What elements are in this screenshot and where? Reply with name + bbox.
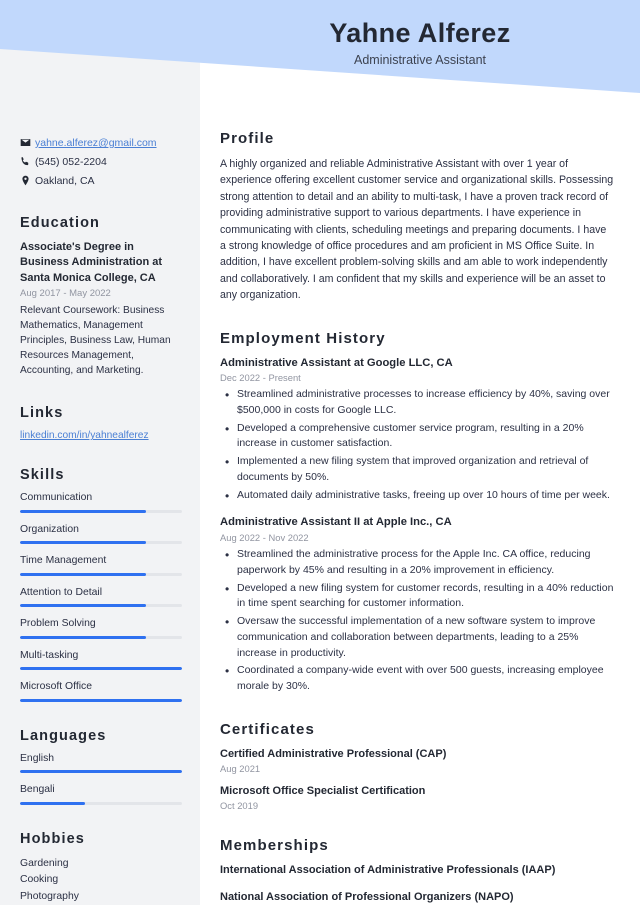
skill-bar-fill xyxy=(20,604,147,608)
job-bullet: Developed a comprehensive customer servi… xyxy=(220,420,614,453)
education-entry: Associate's Degree in Business Administr… xyxy=(20,240,182,380)
skill-bar-track xyxy=(20,509,182,513)
certificate-item: Microsoft Office Specialist Certificatio… xyxy=(220,784,614,811)
hobby-item: Cooking xyxy=(20,874,59,886)
hobbies-list: Gardening Cooking Photography xyxy=(20,856,182,905)
skill-item: Time Management xyxy=(20,555,182,576)
profile-heading: Profile xyxy=(220,130,275,147)
skill-bar-track xyxy=(20,635,182,639)
links-heading: Links xyxy=(20,405,64,422)
employment-heading: Employment History xyxy=(220,329,386,347)
main-content: Profile A highly organized and reliable … xyxy=(200,0,640,905)
contact-email-row[interactable]: yahne.alferez@gmail.com xyxy=(20,136,182,150)
skills-heading: Skills xyxy=(20,467,65,484)
job-date: Dec 2022 - Present xyxy=(220,372,301,384)
header-text-block: Yahne Alferez Administrative Assistant xyxy=(200,0,640,67)
profile-text: A highly organized and reliable Administ… xyxy=(220,158,614,302)
language-bar-fill xyxy=(20,801,85,805)
skills-list: Communication Organization Time Manageme… xyxy=(20,492,182,702)
job-bullet: Streamlined the administrative process f… xyxy=(220,546,614,579)
skill-bar-fill xyxy=(20,667,182,671)
skill-label: Microsoft Office xyxy=(20,681,92,693)
language-bar-fill xyxy=(20,770,182,774)
education-degree: Associate's Degree in Business Administr… xyxy=(20,240,163,284)
certificate-name: Microsoft Office Specialist Certificatio… xyxy=(220,785,426,798)
languages-heading: Languages xyxy=(20,727,107,744)
skill-item: Problem Solving xyxy=(20,618,182,639)
resume-page: Yahne Alferez Administrative Assistant y… xyxy=(0,0,640,905)
language-label: English xyxy=(20,752,55,764)
skill-bar-track xyxy=(20,572,182,576)
membership-item: National Association of Professional Org… xyxy=(220,890,514,903)
language-bar-track xyxy=(20,770,182,774)
skill-label: Multi-tasking xyxy=(20,649,79,661)
job-bullet: Streamlined administrative processes to … xyxy=(220,386,614,419)
language-item: Bengali xyxy=(20,784,182,805)
education-heading: Education xyxy=(20,214,100,231)
phone-icon xyxy=(20,155,35,167)
job-bullet: Automated daily administrative tasks, fr… xyxy=(220,487,614,505)
sidebar-content: yahne.alferez@gmail.com (545) 052-2204 O… xyxy=(0,0,200,905)
skill-bar-track xyxy=(20,698,182,702)
certificates-heading: Certificates xyxy=(220,720,315,738)
page-title: Yahne Alferez xyxy=(329,18,511,48)
skill-item: Multi-tasking xyxy=(20,649,182,671)
skill-bar-track xyxy=(20,667,182,671)
skill-bar-fill xyxy=(20,541,147,545)
skill-label: Organization xyxy=(20,523,79,535)
job-bullet-list: Streamlined administrative processes to … xyxy=(220,386,614,505)
languages-list: English Bengali xyxy=(20,753,182,805)
education-date: Aug 2017 - May 2022 xyxy=(20,288,111,300)
skill-item: Attention to Detail xyxy=(20,586,182,608)
language-label: Bengali xyxy=(20,784,55,796)
hobby-item: Photography xyxy=(20,891,79,903)
employment-entry: Administrative Assistant II at Apple Inc… xyxy=(220,515,614,694)
phone-value: (545) 052-2204 xyxy=(35,156,107,169)
skill-label: Communication xyxy=(20,492,93,504)
job-bullet-list: Streamlined the administrative process f… xyxy=(220,546,614,695)
certificate-date: Oct 2019 xyxy=(220,800,259,812)
skill-item: Microsoft Office xyxy=(20,681,182,702)
contact-phone-row: (545) 052-2204 xyxy=(20,155,182,169)
certificate-item: Certified Administrative Professional (C… xyxy=(220,747,614,774)
skill-bar-fill xyxy=(20,698,182,702)
skill-item: Communication xyxy=(20,492,182,513)
email-link[interactable]: yahne.alferez@gmail.com xyxy=(35,136,157,150)
skill-bar-fill xyxy=(20,509,147,513)
certificate-name: Certified Administrative Professional (C… xyxy=(220,747,447,760)
hobby-item: Gardening xyxy=(20,857,69,869)
job-title: Administrative Assistant at Google LLC, … xyxy=(220,356,453,369)
memberships-heading: Memberships xyxy=(220,837,329,855)
job-bullet: Coordinated a company-wide event with ov… xyxy=(220,662,614,695)
employment-entry: Administrative Assistant at Google LLC, … xyxy=(220,356,614,505)
job-title: Administrative Assistant II at Apple Inc… xyxy=(220,516,452,529)
job-bullet: Developed a new filing system for custom… xyxy=(220,580,614,613)
skill-bar-track xyxy=(20,604,182,608)
skill-label: Attention to Detail xyxy=(20,586,103,598)
language-bar-track xyxy=(20,801,182,805)
education-description: Relevant Coursework: Business Mathematic… xyxy=(20,305,171,377)
skill-bar-fill xyxy=(20,572,147,576)
job-date: Aug 2022 - Nov 2022 xyxy=(220,532,309,544)
linkedin-link[interactable]: linkedin.com/in/yahnealferez xyxy=(20,430,182,441)
map-pin-icon xyxy=(20,174,35,186)
skill-label: Problem Solving xyxy=(20,618,96,630)
job-bullet: Oversaw the successful implementation of… xyxy=(220,613,614,661)
location-value: Oakland, CA xyxy=(35,175,95,188)
contact-location-row: Oakland, CA xyxy=(20,174,182,188)
envelope-icon xyxy=(20,136,35,148)
certificate-date: Aug 2021 xyxy=(220,763,261,775)
skill-item: Organization xyxy=(20,523,182,545)
membership-item: International Association of Administrat… xyxy=(220,864,556,877)
skill-bar-track xyxy=(20,541,182,545)
skill-bar-fill xyxy=(20,635,147,639)
job-bullet: Implemented a new filing system that imp… xyxy=(220,453,614,486)
skill-label: Time Management xyxy=(20,555,107,567)
candidate-job-title: Administrative Assistant xyxy=(354,52,486,67)
language-item: English xyxy=(20,752,182,774)
hobbies-heading: Hobbies xyxy=(20,830,85,847)
